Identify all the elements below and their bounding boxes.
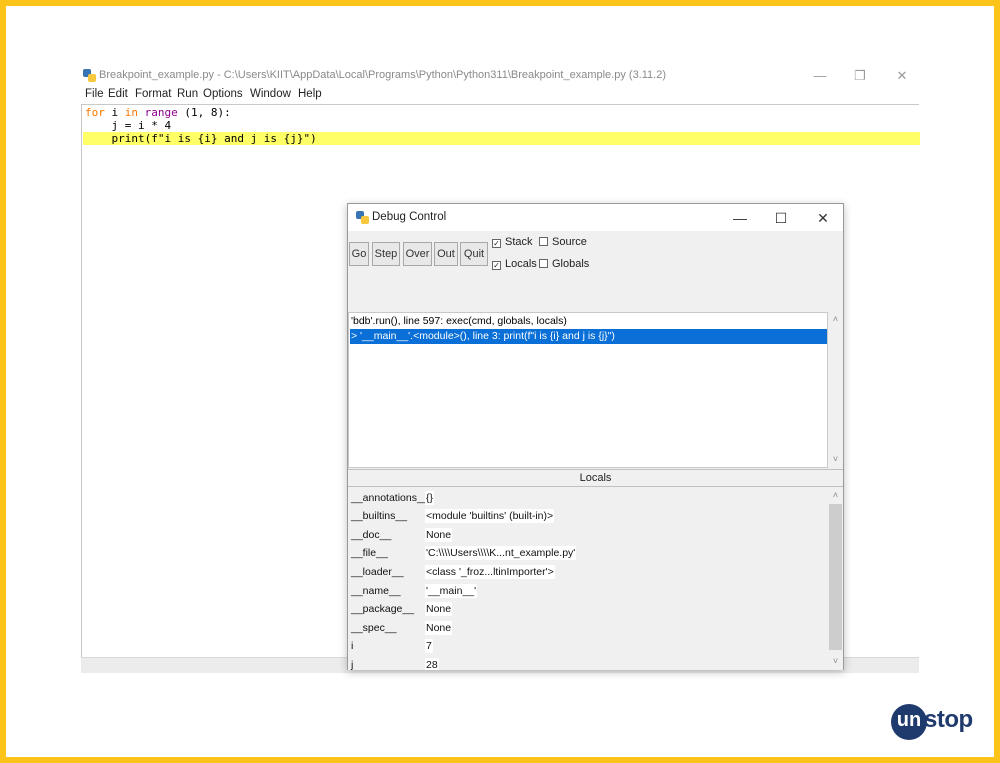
stack-list[interactable]: 'bdb'.run(), line 597: exec(cmd, globals… xyxy=(348,312,828,468)
debug-title-bar[interactable]: Debug Control — ☐ ✕ xyxy=(348,204,843,231)
debug-window-title: Debug Control xyxy=(372,211,447,223)
minimize-icon[interactable]: — xyxy=(806,66,834,86)
globals-checkbox[interactable]: Globals xyxy=(539,258,589,270)
logo-circle: un xyxy=(891,704,927,740)
menu-bar: File Edit Format Run Options Window Help xyxy=(81,88,919,104)
locals-checkbox[interactable]: ✓ Locals xyxy=(492,258,537,270)
out-button[interactable]: Out xyxy=(434,242,458,266)
maximize-icon[interactable]: ☐ xyxy=(766,207,796,229)
locals-row: __doc__ None xyxy=(351,528,453,542)
menu-run[interactable]: Run xyxy=(177,88,198,100)
quit-button[interactable]: Quit xyxy=(460,242,488,266)
menu-format[interactable]: Format xyxy=(135,88,171,100)
scroll-up-icon[interactable]: ˄ xyxy=(828,490,843,500)
scroll-down-icon[interactable]: ˅ xyxy=(828,656,843,666)
stack-row-selected[interactable]: > '__main__'.<module>(), line 3: print(f… xyxy=(350,329,827,344)
minimize-icon[interactable]: — xyxy=(725,207,755,229)
python-icon xyxy=(356,211,369,224)
locals-row: __name__ '__main__' xyxy=(351,584,478,598)
code-line-3: print(f"i is {i} and j is {j}") xyxy=(85,132,317,145)
idle-window-title: Breakpoint_example.py - C:\Users\KIIT\Ap… xyxy=(99,69,666,81)
locals-row: j 28 xyxy=(351,658,439,670)
locals-header: Locals xyxy=(348,469,843,487)
menu-options[interactable]: Options xyxy=(203,88,243,100)
checkbox-mark: ✓ xyxy=(492,261,501,270)
restore-icon[interactable]: ❐ xyxy=(846,66,874,86)
source-checkbox[interactable]: Source xyxy=(539,236,587,248)
menu-file[interactable]: File xyxy=(85,88,104,100)
locals-row: __builtins__ <module 'builtins' (built-in… xyxy=(351,509,555,523)
python-icon xyxy=(83,69,96,82)
stack-scrollbar[interactable]: ˄ ˅ xyxy=(828,312,843,468)
scroll-up-icon[interactable]: ˄ xyxy=(828,314,843,324)
menu-window[interactable]: Window xyxy=(250,88,291,100)
step-button[interactable]: Step xyxy=(372,242,400,266)
locals-scrollbar[interactable]: ˄ ˅ xyxy=(828,488,843,670)
locals-row: __spec__ None xyxy=(351,621,453,635)
idle-title-bar[interactable]: Breakpoint_example.py - C:\Users\KIIT\Ap… xyxy=(81,64,919,88)
locals-row: __file__ 'C:\\\\Users\\\\K...nt_example.p… xyxy=(351,546,577,560)
go-button[interactable]: Go xyxy=(349,242,369,266)
menu-help[interactable]: Help xyxy=(298,88,322,100)
over-button[interactable]: Over xyxy=(403,242,432,266)
menu-edit[interactable]: Edit xyxy=(108,88,128,100)
checkbox-mark xyxy=(539,259,548,268)
locals-row: i7 xyxy=(351,639,433,653)
locals-row: __package__ None xyxy=(351,602,453,616)
logo-text: stop xyxy=(924,706,973,733)
scroll-down-icon[interactable]: ˅ xyxy=(828,454,843,464)
code-line-2: j = i * 4 xyxy=(85,119,172,132)
checkbox-mark xyxy=(539,237,548,246)
debug-control-window: Debug Control — ☐ ✕ Go Step Over Out Qui… xyxy=(347,203,844,670)
stack-row[interactable]: 'bdb'.run(), line 597: exec(cmd, globals… xyxy=(350,314,567,329)
locals-list[interactable]: __annotations__{} __builtins__ <module 'b… xyxy=(348,488,828,670)
close-icon[interactable]: ✕ xyxy=(888,66,916,86)
stack-checkbox[interactable]: ✓ Stack xyxy=(492,236,533,248)
scrollbar-thumb[interactable] xyxy=(829,504,842,650)
locals-row: __annotations__{} xyxy=(351,491,435,505)
close-icon[interactable]: ✕ xyxy=(808,207,838,229)
code-line-1: for i in range (1, 8): xyxy=(85,106,231,119)
locals-row: __loader__ <class '_froz...ltinImporter'> xyxy=(351,565,555,579)
checkbox-mark: ✓ xyxy=(492,239,501,248)
